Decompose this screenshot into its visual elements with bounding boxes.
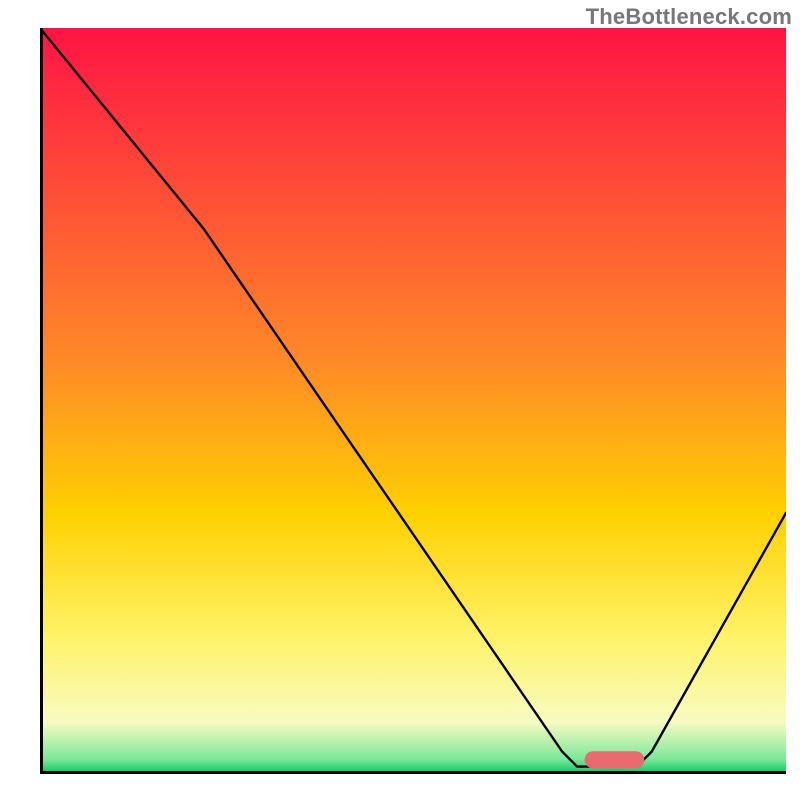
chart-container: TheBottleneck.com <box>0 0 800 800</box>
gradient-background <box>40 28 786 774</box>
plot-area <box>40 28 786 774</box>
optimal-range-marker <box>585 751 645 768</box>
chart-svg <box>40 28 786 774</box>
watermark-text: TheBottleneck.com <box>586 4 792 30</box>
